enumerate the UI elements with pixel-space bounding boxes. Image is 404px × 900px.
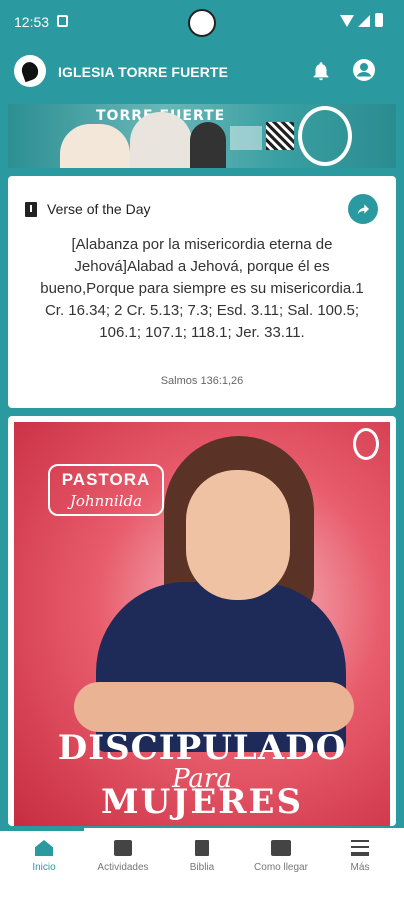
poster-figure-arms xyxy=(74,682,354,732)
church-logo[interactable] xyxy=(14,55,46,87)
poster-title-line3: MUJERES xyxy=(100,782,303,822)
verse-of-the-day-card: Verse of the Day [Alabanza por la miseri… xyxy=(8,176,396,408)
map-icon xyxy=(271,840,291,856)
nav-label: Inicio xyxy=(32,862,56,873)
qr-code-icon xyxy=(266,122,294,150)
poster-title-line1: DISCIPULADO xyxy=(57,728,347,768)
nav-item-actividades[interactable]: Actividades xyxy=(83,840,163,873)
nav-label: Actividades xyxy=(97,862,149,873)
share-button[interactable] xyxy=(348,194,378,224)
app-title: IGLESIA TORRE FUERTE xyxy=(58,64,229,80)
speaker-role: PASTORA xyxy=(61,470,151,489)
poster-logo-icon xyxy=(353,428,379,460)
battery-icon xyxy=(375,13,383,27)
home-icon xyxy=(35,840,53,856)
bible-icon xyxy=(25,202,37,217)
nav-item-mas[interactable]: Más xyxy=(320,840,400,873)
poster-figure-face xyxy=(186,470,290,600)
nav-label: Más xyxy=(350,862,370,873)
account-icon[interactable] xyxy=(352,58,376,82)
speaker-name: Johnnilda xyxy=(69,492,143,510)
nav-item-como-llegar[interactable]: Como llegar xyxy=(241,840,321,873)
calendar-icon xyxy=(114,840,132,856)
sim-icon xyxy=(57,15,68,27)
status-time: 12:53 xyxy=(14,14,50,30)
status-bar: 12:53 xyxy=(0,0,404,44)
bell-icon[interactable] xyxy=(310,60,332,82)
banner-person-1 xyxy=(60,124,130,168)
banner-info-box xyxy=(230,126,262,150)
camera-cutout xyxy=(188,9,216,37)
verse-reference: Salmos 136:1,26 xyxy=(160,375,244,387)
verse-text: [Alabanza por la misericordia eterna de … xyxy=(40,236,364,341)
wifi-icon xyxy=(340,15,354,27)
active-tab-indicator xyxy=(0,828,84,831)
share-icon xyxy=(357,204,369,215)
banner-logo-icon xyxy=(298,106,352,166)
logo-mark-icon xyxy=(19,59,41,83)
poster-speaker-tag: PASTORA Johnnilda xyxy=(48,464,164,516)
nav-label: Biblia xyxy=(189,862,215,873)
signal-icon xyxy=(358,15,370,27)
nav-item-biblia[interactable]: Biblia xyxy=(162,840,242,873)
nav-label: Como llegar xyxy=(254,862,308,873)
nav-item-inicio[interactable]: Inicio xyxy=(4,840,84,873)
bible-icon xyxy=(195,840,209,856)
verse-heading: Verse of the Day xyxy=(47,201,151,217)
banner-person-3 xyxy=(190,122,226,168)
menu-icon xyxy=(351,840,369,856)
banner-person-2 xyxy=(130,112,192,168)
promo-banner[interactable]: TORRE FUERTE xyxy=(8,104,396,168)
event-poster-card[interactable]: PASTORA Johnnilda DISCIPULADO Para MUJER… xyxy=(8,416,396,826)
app-bar: IGLESIA TORRE FUERTE xyxy=(0,44,404,100)
bottom-nav: Inicio Actividades Biblia Como llegar Má… xyxy=(0,828,404,900)
